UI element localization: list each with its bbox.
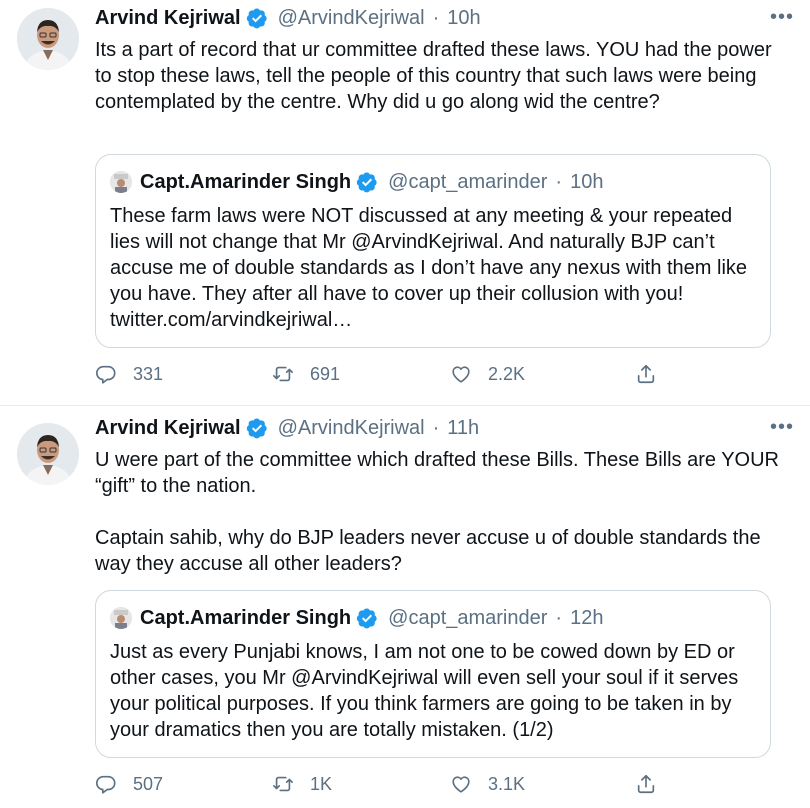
share-icon — [637, 364, 655, 384]
reply-count: 331 — [133, 363, 164, 384]
quoted-author-handle: @capt_amarinder — [388, 170, 548, 193]
reply-icon — [96, 775, 116, 794]
quoted-tweet[interactable]: Capt.Amarinder Singh @capt_amarinder · 1… — [95, 154, 771, 348]
reply-button[interactable]: 507 — [95, 771, 163, 797]
retweet-count: 691 — [310, 363, 341, 384]
like-button[interactable]: 3.1K — [450, 771, 525, 797]
like-count: 2.2K — [488, 363, 526, 384]
quoted-tweet-header: Capt.Amarinder Singh @capt_amarinder · 1… — [110, 169, 603, 195]
tweet-actions: 507 1K 3.1K — [95, 771, 675, 797]
timestamp[interactable]: 10h — [447, 7, 480, 30]
reply-button[interactable]: 331 — [95, 361, 163, 387]
author-name[interactable]: Arvind Kejriwal — [95, 7, 241, 30]
avatar-image — [17, 423, 79, 485]
verified-badge-icon — [246, 418, 267, 439]
avatar-image — [17, 8, 79, 70]
quoted-author-handle: @capt_amarinder — [388, 606, 548, 629]
share-icon — [637, 774, 655, 794]
author-name[interactable]: Arvind Kejriwal — [95, 417, 241, 440]
author-avatar[interactable] — [17, 423, 79, 485]
heart-icon — [452, 776, 470, 793]
more-options-icon[interactable]: ••• — [770, 416, 794, 439]
quoted-tweet-header: Capt.Amarinder Singh @capt_amarinder · 1… — [110, 605, 603, 631]
tweet-text: U were part of the committee which draft… — [95, 449, 779, 575]
verified-badge-icon — [356, 608, 377, 629]
quoted-author-name: Capt.Amarinder Singh — [140, 170, 352, 193]
retweet-count: 1K — [310, 773, 333, 794]
tweet-header: Arvind Kejriwal @ArvindKejriwal · 10h ••… — [95, 6, 794, 30]
heart-icon — [452, 366, 470, 383]
more-options-icon[interactable]: ••• — [770, 6, 794, 29]
tweet-text: Its a part of record that ur committee d… — [95, 39, 772, 113]
tweet[interactable]: Arvind Kejriwal @ArvindKejriwal · 11h ••… — [0, 406, 810, 808]
quoted-tweet[interactable]: Capt.Amarinder Singh @capt_amarinder · 1… — [95, 590, 771, 758]
separator: · — [555, 170, 563, 193]
verified-badge-icon — [246, 8, 267, 29]
quoted-tweet-text: Just as every Punjabi knows, I am not on… — [110, 641, 739, 741]
retweet-icon — [273, 776, 293, 792]
author-handle[interactable]: @ArvindKejriwal — [278, 7, 425, 30]
quoted-author-avatar — [110, 171, 132, 193]
separator: · — [432, 416, 440, 439]
quoted-author-name: Capt.Amarinder Singh — [140, 606, 352, 629]
retweet-icon — [273, 366, 293, 382]
retweet-button[interactable]: 691 — [272, 361, 340, 387]
quoted-tweet-text: These farm laws were NOT discussed at an… — [110, 205, 748, 331]
tweet[interactable]: Arvind Kejriwal @ArvindKejriwal · 10h ••… — [0, 0, 810, 406]
quoted-timestamp: 12h — [570, 606, 604, 629]
tweet-header: Arvind Kejriwal @ArvindKejriwal · 11h ••… — [95, 416, 794, 440]
quoted-timestamp: 10h — [570, 170, 604, 193]
retweet-button[interactable]: 1K — [272, 771, 332, 797]
like-button[interactable]: 2.2K — [450, 361, 525, 387]
tweet-actions: 331 691 2.2K — [95, 361, 675, 387]
quoted-author-avatar — [110, 607, 132, 629]
timestamp[interactable]: 11h — [447, 417, 479, 440]
separator: · — [555, 606, 563, 629]
like-count: 3.1K — [488, 773, 526, 794]
share-button[interactable] — [635, 361, 673, 387]
reply-count: 507 — [133, 773, 164, 794]
separator: · — [432, 6, 440, 29]
author-handle[interactable]: @ArvindKejriwal — [278, 417, 425, 440]
avatar-image — [110, 171, 132, 193]
avatar-image — [110, 607, 132, 629]
author-avatar[interactable] — [17, 8, 79, 70]
reply-icon — [96, 365, 116, 384]
share-button[interactable] — [635, 771, 673, 797]
verified-badge-icon — [356, 172, 377, 193]
